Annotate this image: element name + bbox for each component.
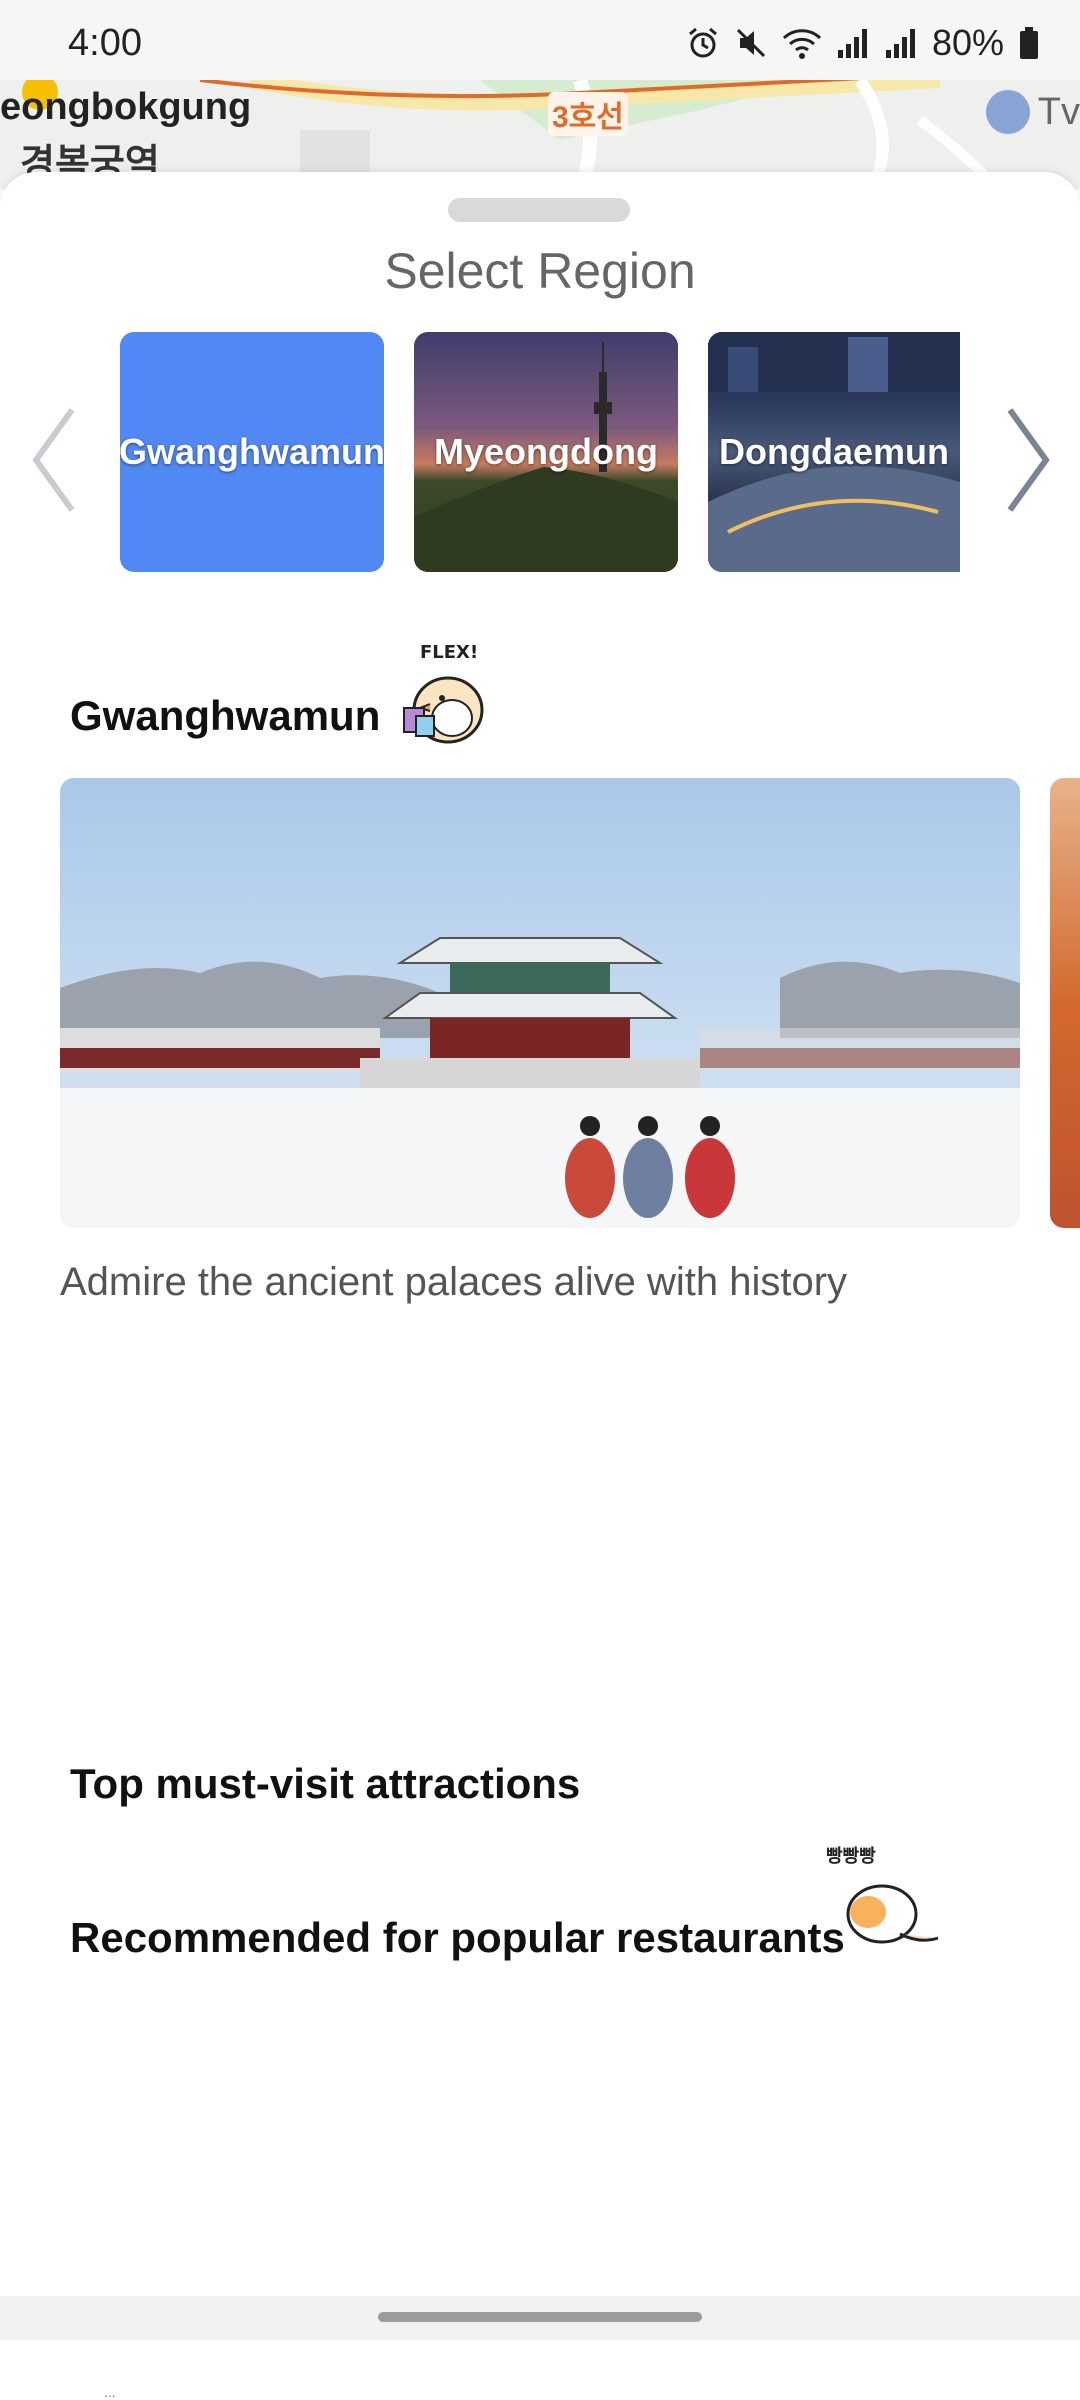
palace-illustration — [60, 778, 1020, 1228]
status-icons: 80% — [686, 22, 1040, 64]
map-place-label: eongbokgung — [0, 86, 252, 128]
attractions-heading: Top must-visit attractions — [70, 1760, 581, 1807]
sheet-grabber[interactable] — [448, 198, 630, 222]
chevron-right-icon — [1007, 408, 1050, 512]
region-card-label: Dongdaemun — [719, 431, 949, 472]
wifi-icon — [782, 29, 821, 59]
flex-mascot-sticker: FLEX! — [403, 642, 484, 744]
navigation-bar — [0, 2296, 1080, 2340]
map-side-text: Tv — [1037, 90, 1080, 133]
sticker-text: 빵빵빵 — [826, 1846, 876, 1867]
bread-mascot-sticker: 빵빵빵 — [826, 1846, 939, 1944]
carousel-prev-button[interactable] — [22, 390, 92, 530]
map-side-label: Tv — [985, 90, 1080, 134]
map-subway-line-label: 3호선 — [548, 92, 628, 136]
region-card-myeongdong[interactable]: Myeongdong — [414, 332, 678, 572]
signal-icon — [837, 29, 867, 58]
tiny-mark: ... — [104, 2384, 116, 2400]
hero-caption: Admire the ancient palaces alive with hi… — [60, 1260, 848, 1304]
restaurants-heading: Recommended for popular restaurants — [70, 1914, 845, 1961]
carousel-next-button[interactable] — [990, 390, 1060, 530]
region-card-dongdaemun[interactable]: Dongdaemun — [708, 332, 960, 572]
mute-icon — [736, 28, 765, 58]
region-card-label: Gwanghwamun — [120, 431, 384, 472]
sticker-text: FLEX! — [420, 642, 478, 663]
status-bar: 4:00 80% — [0, 0, 1080, 80]
region-card-label: Myeongdong — [434, 431, 658, 472]
building-icon — [985, 90, 1030, 134]
region-card-gwanghwamun[interactable]: Gwanghwamun — [120, 332, 384, 572]
bottom-sheet: Select Region Gwanghwamun Myeongdong Don… — [0, 172, 1080, 2400]
sheet-title: Select Region — [384, 243, 696, 299]
alarm-icon — [688, 27, 717, 58]
status-time: 4:00 — [68, 22, 142, 64]
battery-percent: 80% — [931, 22, 1004, 63]
chevron-left-icon — [32, 408, 75, 512]
next-hero-image-peek[interactable] — [1050, 778, 1080, 1228]
home-gesture-handle[interactable] — [378, 2312, 702, 2322]
signal-icon — [885, 29, 915, 58]
selected-region-title: Gwanghwamun — [70, 692, 381, 739]
battery-icon — [1020, 27, 1038, 59]
region-hero-image[interactable] — [60, 778, 1020, 1228]
